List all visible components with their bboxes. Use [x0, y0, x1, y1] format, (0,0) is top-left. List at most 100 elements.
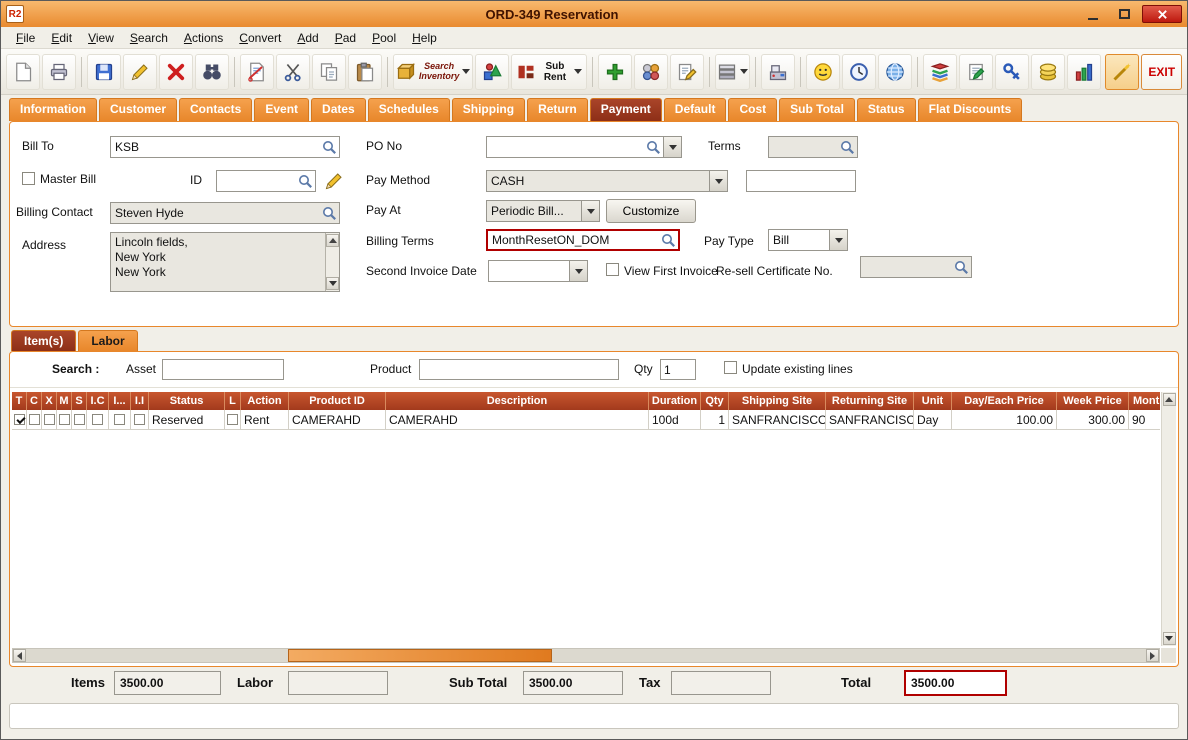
pay-method-select[interactable]: CASH	[486, 170, 728, 192]
tab-contacts[interactable]: Contacts	[179, 98, 253, 121]
magnifier-icon[interactable]	[840, 140, 855, 155]
menu-item-edit[interactable]: Edit	[44, 29, 79, 47]
second-invoice-date-dropdown-button[interactable]	[569, 261, 587, 281]
pay-at-dropdown-button[interactable]	[581, 201, 599, 221]
row-checkbox[interactable]	[92, 414, 103, 425]
scroll-up-button[interactable]	[326, 234, 339, 247]
cell-status[interactable]: Reserved	[149, 410, 225, 430]
cell-duration[interactable]: 100d	[649, 410, 701, 430]
tab-status[interactable]: Status	[856, 98, 916, 121]
menu-item-view[interactable]: View	[81, 29, 121, 47]
dropdown-arrow-icon[interactable]	[740, 69, 749, 74]
delete-button[interactable]	[159, 53, 193, 90]
column-header-i[interactable]: I...	[109, 392, 131, 410]
column-header-x[interactable]: X	[42, 392, 57, 410]
tab-return[interactable]: Return	[527, 98, 588, 121]
column-header-month[interactable]: Month	[1129, 392, 1160, 410]
customize-button[interactable]: Customize	[606, 199, 696, 223]
find-button[interactable]	[195, 53, 229, 90]
update-existing-lines-checkbox[interactable]	[724, 361, 737, 374]
tab-information[interactable]: Information	[9, 98, 97, 121]
items-horizontal-scrollbar[interactable]	[12, 648, 1160, 663]
qty-input[interactable]: 1	[660, 359, 696, 380]
cell-i-c[interactable]	[87, 410, 109, 430]
menu-item-search[interactable]: Search	[123, 29, 175, 47]
pay-method-dropdown-button[interactable]	[709, 171, 727, 191]
tab-payment[interactable]: Payment	[589, 98, 662, 121]
magnifier-icon[interactable]	[322, 206, 337, 221]
product-input[interactable]	[419, 359, 619, 380]
scroll-up-button[interactable]	[1162, 393, 1176, 406]
cell-action[interactable]: Rent	[241, 410, 289, 430]
exit-button[interactable]: EXIT	[1141, 53, 1182, 90]
row-checkbox[interactable]	[134, 414, 145, 425]
smiley-button[interactable]	[806, 53, 841, 90]
column-header-qty[interactable]: Qty	[701, 392, 729, 410]
cell-week-price[interactable]: 300.00	[1057, 410, 1129, 430]
pay-type-select[interactable]: Bill	[768, 229, 848, 251]
menu-item-pad[interactable]: Pad	[328, 29, 363, 47]
cell-day-each-price[interactable]: 100.00	[952, 410, 1057, 430]
column-header-m[interactable]: M	[57, 392, 72, 410]
dropdown-arrow-icon[interactable]	[573, 69, 582, 74]
column-header-returning-site[interactable]: Returning Site	[826, 392, 914, 410]
paste-button[interactable]	[348, 53, 382, 90]
shapes-button[interactable]	[475, 53, 510, 90]
column-header-description[interactable]: Description	[386, 392, 649, 410]
globe-button[interactable]	[878, 53, 913, 90]
column-header-day-each-price[interactable]: Day/Each Price	[952, 392, 1057, 410]
scroll-left-button[interactable]	[13, 649, 26, 662]
row-checkbox[interactable]	[43, 414, 55, 425]
key-button[interactable]	[995, 53, 1030, 90]
cell-l[interactable]	[225, 410, 241, 430]
row-checkbox[interactable]	[28, 414, 40, 425]
clock-button[interactable]	[842, 53, 877, 90]
pay-method-extra-field[interactable]	[746, 170, 856, 192]
column-header-l[interactable]: L	[225, 392, 241, 410]
pay-at-select[interactable]: Periodic Bill...	[486, 200, 600, 222]
menu-item-pool[interactable]: Pool	[365, 29, 403, 47]
cell-s[interactable]	[72, 410, 87, 430]
menu-item-actions[interactable]: Actions	[177, 29, 230, 47]
row-checkbox[interactable]	[73, 414, 85, 425]
cut-document-button[interactable]	[240, 53, 274, 90]
resell-certificate-field[interactable]	[860, 256, 972, 278]
column-header-product-id[interactable]: Product ID	[289, 392, 386, 410]
scroll-right-button[interactable]	[1146, 649, 1159, 662]
column-header-t[interactable]: T	[12, 392, 27, 410]
new-button[interactable]	[6, 53, 40, 90]
items-vertical-scrollbar[interactable]	[1161, 392, 1176, 646]
po-no-field[interactable]	[486, 136, 682, 158]
column-header-week-price[interactable]: Week Price	[1057, 392, 1129, 410]
tab-shipping[interactable]: Shipping	[451, 98, 526, 121]
cell-qty[interactable]: 1	[701, 410, 729, 430]
tab-sub-total[interactable]: Sub Total	[779, 98, 855, 121]
second-invoice-date-field[interactable]	[488, 260, 588, 282]
tab-event[interactable]: Event	[254, 98, 310, 121]
cell-i-i[interactable]	[131, 410, 149, 430]
view-first-invoice-checkbox[interactable]	[606, 263, 619, 276]
menu-item-convert[interactable]: Convert	[232, 29, 288, 47]
cell-i[interactable]	[109, 410, 131, 430]
note-button[interactable]	[669, 53, 704, 90]
cell-description[interactable]: CAMERAHD	[386, 410, 649, 430]
billing-contact-field[interactable]: Steven Hyde	[110, 202, 340, 224]
billing-terms-field[interactable]: MonthResetON_DOM	[486, 229, 680, 251]
column-header-duration[interactable]: Duration	[649, 392, 701, 410]
row-checkbox[interactable]	[58, 414, 70, 425]
sub-rent-button[interactable]: Sub Rent	[511, 53, 587, 90]
cell-month[interactable]: 90	[1129, 410, 1160, 430]
menu-item-help[interactable]: Help	[405, 29, 444, 47]
tab-item-s[interactable]: Item(s)	[11, 330, 77, 351]
cut-button[interactable]	[276, 53, 310, 90]
column-header-action[interactable]: Action	[241, 392, 289, 410]
horizontal-scroll-thumb[interactable]	[288, 649, 552, 662]
pay-type-dropdown-button[interactable]	[829, 230, 847, 250]
bill-to-field[interactable]: KSB	[110, 136, 340, 158]
dropdown-arrow-icon[interactable]	[462, 69, 471, 74]
menu-item-file[interactable]: File	[9, 29, 42, 47]
search-inventory-button[interactable]: Search Inventory	[393, 53, 474, 90]
edit-button[interactable]	[123, 53, 157, 90]
magnifier-icon[interactable]	[954, 260, 969, 275]
money-button[interactable]	[1031, 53, 1066, 90]
